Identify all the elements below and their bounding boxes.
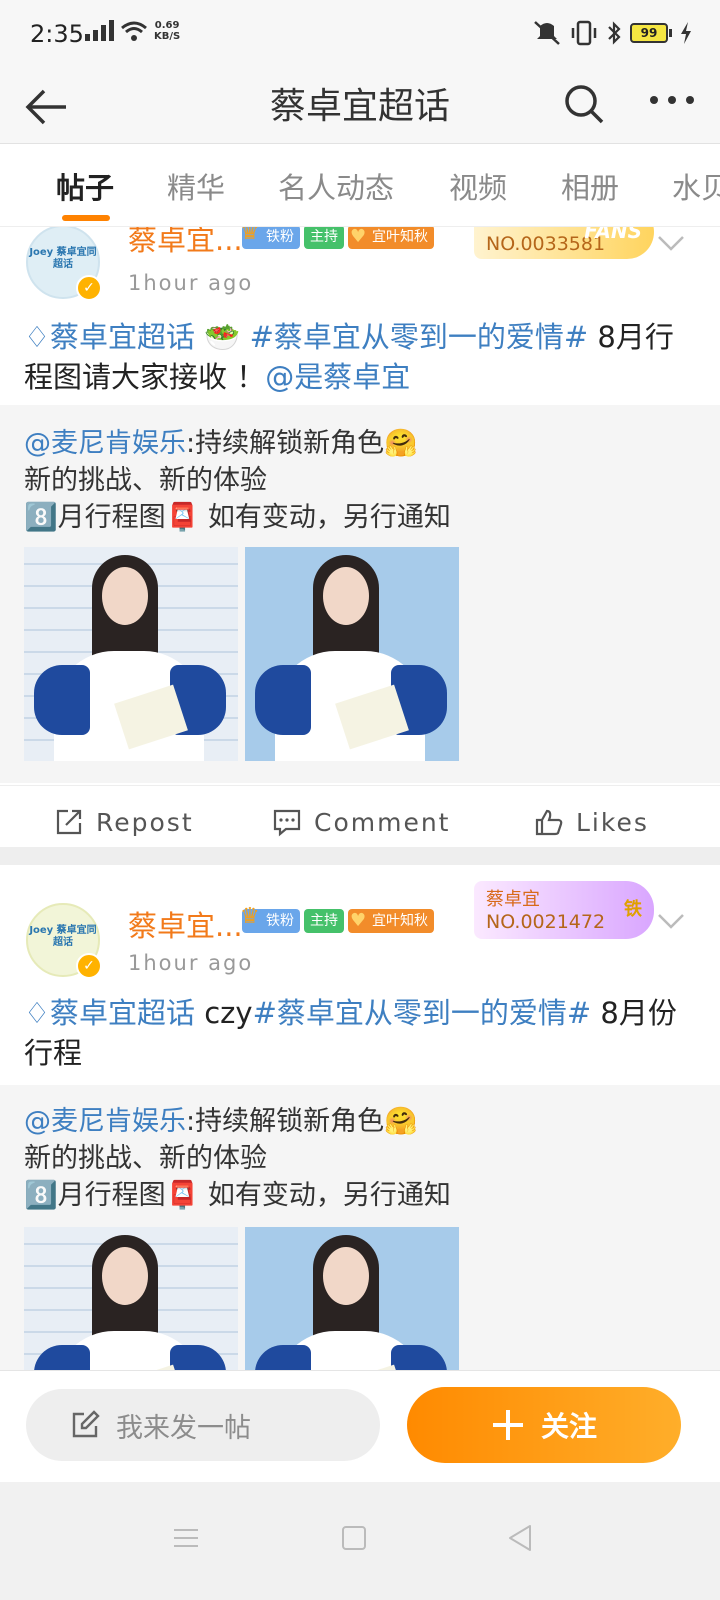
post-text: ♢蔡卓宜超话 🥗 #蔡卓宜从零到一的爱情# 8月行程图请大家接收 ！@是蔡卓宜 xyxy=(24,317,698,397)
repost-block[interactable]: @麦尼肯娱乐:持续解锁新角色🤗 新的挑战、新的体验 8️⃣月行程图📮 如有变动，… xyxy=(0,1085,720,1399)
fans-crown-mark: 铁 xyxy=(624,899,642,920)
signal-icon xyxy=(85,20,114,41)
home-square-icon[interactable] xyxy=(338,1522,370,1554)
chevron-down-icon[interactable] xyxy=(656,233,686,253)
repost-block[interactable]: @麦尼肯娱乐:持续解锁新角色🤗 新的挑战、新的体验 8️⃣月行程图📮 如有变动，… xyxy=(0,405,720,783)
post-card[interactable]: Joey 蔡卓宜同超话 ✓ 蔡卓宜... 铁粉 主持 宜叶知秋 蔡卓宜 NO.0… xyxy=(0,875,720,1399)
plus-icon xyxy=(492,1410,523,1440)
compose-placeholder: 我来发一帖 xyxy=(116,1412,251,1444)
post-time: 1hour ago xyxy=(128,271,254,295)
comment-icon xyxy=(273,809,301,837)
post-prefix: czy xyxy=(195,996,253,1030)
fans-mark: FANS xyxy=(584,227,642,243)
edit-icon xyxy=(72,1410,100,1438)
likes-label: Likes xyxy=(576,807,649,837)
super-topic-icon: ♢ xyxy=(24,996,50,1030)
tab-videos[interactable]: 视频 xyxy=(449,165,507,207)
super-topic-icon: ♢ xyxy=(24,320,50,354)
menu-icon[interactable] xyxy=(170,1522,202,1554)
fan-group-badge: 宜叶知秋 xyxy=(348,909,434,933)
avatar-text: Joey 蔡卓宜同超话 xyxy=(29,247,97,270)
emoji: 🥗 xyxy=(204,320,241,354)
status-bar: 2:35 0.69 KB/S 99 xyxy=(0,0,720,70)
post-separator xyxy=(0,847,720,865)
post-time: 1hour ago xyxy=(128,951,254,975)
repost-mention[interactable]: @麦尼肯娱乐 xyxy=(24,428,186,459)
back-arrow-icon[interactable] xyxy=(24,84,70,130)
thumbs-up-icon xyxy=(535,809,563,836)
fans-name: 蔡卓宜 xyxy=(486,889,540,910)
tab-posts[interactable]: 帖子 xyxy=(56,165,114,207)
bottom-action-bar: 我来发一帖 关注 xyxy=(0,1370,720,1482)
badge-group: 铁粉 主持 宜叶知秋 xyxy=(240,227,434,249)
avatar[interactable]: Joey 蔡卓宜同超话 ✓ xyxy=(26,227,102,301)
photo-thumbnail[interactable] xyxy=(245,547,459,761)
repost-label: Repost xyxy=(96,807,194,837)
follow-label: 关注 xyxy=(540,1410,597,1443)
super-topic-link[interactable]: 蔡卓宜超话 xyxy=(50,996,195,1030)
photo-thumbnail[interactable] xyxy=(24,547,238,761)
avatar[interactable]: Joey 蔡卓宜同超话 ✓ xyxy=(26,903,102,979)
system-navigation-bar xyxy=(0,1482,720,1600)
status-time: 2:35 xyxy=(30,20,84,48)
repost-line-1: :持续解锁新角色🤗 xyxy=(186,428,418,459)
comment-label: Comment xyxy=(314,807,451,837)
repost-text: @麦尼肯娱乐:持续解锁新角色🤗 新的挑战、新的体验 8️⃣月行程图📮 如有变动，… xyxy=(24,425,698,536)
network-speed: 0.69 KB/S xyxy=(154,20,180,42)
verified-icon: ✓ xyxy=(76,275,102,301)
super-topic-link[interactable]: 蔡卓宜超话 xyxy=(50,320,195,354)
hashtag-link[interactable]: #蔡卓宜从零到一的爱情# xyxy=(253,996,592,1030)
avatar-text: Joey 蔡卓宜同超话 xyxy=(29,925,97,948)
username[interactable]: 蔡卓宜... xyxy=(128,227,243,259)
mention-link[interactable]: @是蔡卓宜 xyxy=(265,360,410,394)
fans-card[interactable]: 蔡卓宜 NO.0021472 铁 xyxy=(474,881,654,939)
host-badge: 主持 xyxy=(304,909,344,933)
iron-fan-badge: 铁粉 xyxy=(240,227,300,249)
battery-level: 99 xyxy=(630,23,668,43)
tab-celebrity-updates[interactable]: 名人动态 xyxy=(278,165,394,207)
search-icon[interactable] xyxy=(560,80,608,128)
repost-mention[interactable]: @麦尼肯娱乐 xyxy=(24,1106,186,1137)
badge-group: 铁粉 主持 宜叶知秋 xyxy=(240,905,434,933)
repost-line-3: 8️⃣月行程图📮 如有变动，另行通知 xyxy=(24,502,451,533)
active-tab-indicator xyxy=(62,215,110,221)
speed-unit: KB/S xyxy=(154,31,181,42)
mute-vibrate-icon xyxy=(534,21,560,45)
fans-number: NO.0021472 xyxy=(486,911,606,933)
repost-line-2: 新的挑战、新的体验 xyxy=(24,1143,267,1174)
charging-icon xyxy=(681,22,691,44)
bluetooth-icon xyxy=(608,21,621,45)
repost-text: @麦尼肯娱乐:持续解锁新角色🤗 新的挑战、新的体验 8️⃣月行程图📮 如有变动，… xyxy=(24,1103,698,1214)
post-card[interactable]: Joey 蔡卓宜同超话 ✓ 蔡卓宜... 铁粉 主持 宜叶知秋 NO.00335… xyxy=(0,227,720,865)
fans-card[interactable]: NO.0033581 FANS xyxy=(474,227,654,259)
repost-line-2: 新的挑战、新的体验 xyxy=(24,465,267,496)
share-icon xyxy=(56,809,82,835)
repost-line-3: 8️⃣月行程图📮 如有变动，另行通知 xyxy=(24,1180,451,1211)
tab-water[interactable]: 水贝 xyxy=(672,165,720,207)
post-text: ♢蔡卓宜超话 czy#蔡卓宜从零到一的爱情# 8月份行程 xyxy=(24,993,698,1073)
chevron-down-icon[interactable] xyxy=(656,911,686,931)
back-triangle-icon[interactable] xyxy=(504,1522,536,1554)
username[interactable]: 蔡卓宜... xyxy=(128,903,243,945)
speed-value: 0.69 xyxy=(154,20,180,31)
tab-bar: 帖子 精华 名人动态 视频 相册 水贝 xyxy=(0,145,720,227)
page-title: 蔡卓宜超话 xyxy=(269,86,450,127)
iron-fan-badge: 铁粉 xyxy=(240,905,300,933)
host-badge: 主持 xyxy=(304,227,344,249)
tab-albums[interactable]: 相册 xyxy=(561,165,619,207)
repost-line-1: :持续解锁新角色🤗 xyxy=(186,1106,418,1137)
compose-post-button[interactable]: 我来发一帖 xyxy=(26,1389,380,1461)
post-feed[interactable]: Joey 蔡卓宜同超话 ✓ 蔡卓宜... 铁粉 主持 宜叶知秋 NO.00335… xyxy=(0,227,720,1399)
fan-group-badge: 宜叶知秋 xyxy=(348,227,434,249)
follow-button[interactable]: 关注 xyxy=(407,1387,681,1463)
tab-featured[interactable]: 精华 xyxy=(167,165,225,207)
hashtag-link[interactable]: #蔡卓宜从零到一的爱情# xyxy=(250,320,589,354)
vibrate-icon xyxy=(571,20,597,46)
more-options-icon[interactable] xyxy=(648,90,696,110)
battery-icon: 99 xyxy=(630,23,672,43)
verified-icon: ✓ xyxy=(76,953,102,979)
title-bar: 蔡卓宜超话 xyxy=(0,70,720,144)
wifi-icon xyxy=(121,21,147,41)
